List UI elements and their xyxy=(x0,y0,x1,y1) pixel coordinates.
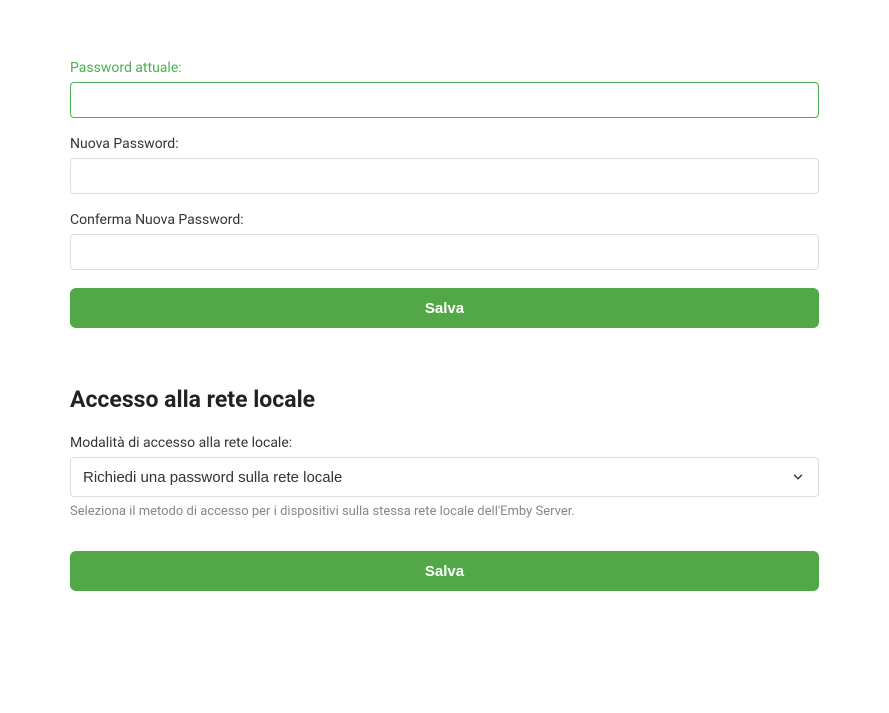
access-mode-label: Modalità di accesso alla rete locale: xyxy=(70,435,819,451)
confirm-password-label: Conferma Nuova Password: xyxy=(70,212,819,228)
save-local-network-button[interactable]: Salva xyxy=(70,551,819,591)
access-mode-help-text: Seleziona il metodo di accesso per i dis… xyxy=(70,503,819,521)
confirm-password-group: Conferma Nuova Password: xyxy=(70,212,819,270)
new-password-input[interactable] xyxy=(70,158,819,194)
confirm-password-input[interactable] xyxy=(70,234,819,270)
access-mode-select-wrapper: Richiedi una password sulla rete locale xyxy=(70,457,819,497)
new-password-group: Nuova Password: xyxy=(70,136,819,194)
local-network-heading: Accesso alla rete locale xyxy=(70,386,819,413)
access-mode-group: Modalità di accesso alla rete locale: Ri… xyxy=(70,435,819,521)
new-password-label: Nuova Password: xyxy=(70,136,819,152)
local-network-save-wrapper: Salva xyxy=(70,551,819,591)
local-network-form: Modalità di accesso alla rete locale: Ri… xyxy=(70,435,819,591)
save-password-button[interactable]: Salva xyxy=(70,288,819,328)
password-form: Password attuale: Nuova Password: Confer… xyxy=(70,60,819,328)
current-password-label: Password attuale: xyxy=(70,60,819,76)
access-mode-select[interactable]: Richiedi una password sulla rete locale xyxy=(70,457,819,497)
current-password-group: Password attuale: xyxy=(70,60,819,118)
current-password-input[interactable] xyxy=(70,82,819,118)
